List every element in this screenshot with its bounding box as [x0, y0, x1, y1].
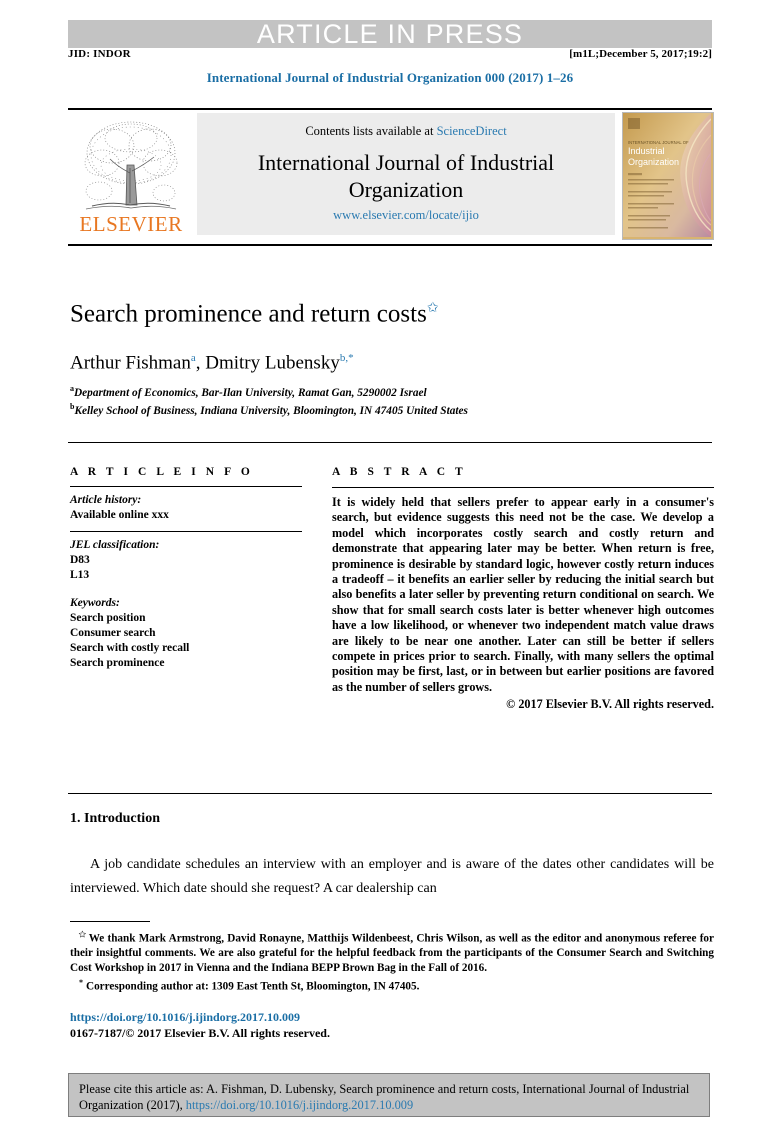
abstract-column: A B S T R A C T It is widely held that s… — [332, 466, 714, 713]
article-in-press-label: ARTICLE IN PRESS — [256, 19, 524, 49]
journal-cover-thumbnail: INTERNATIONAL JOURNAL OF Industrial Orga… — [622, 112, 714, 240]
article-info-heading: A R T I C L E I N F O — [70, 466, 254, 478]
introduction-text: A job candidate schedules an interview w… — [70, 857, 714, 896]
corresponding-author-mark[interactable]: * — [348, 352, 354, 364]
paper-page: ARTICLE IN PRESS JID: INDOR [m1L;Decembe… — [0, 0, 780, 1134]
issn-copyright-line: 0167-7187/© 2017 Elsevier B.V. All right… — [70, 1026, 330, 1040]
affiliation-a-text: Department of Economics, Bar-Ilan Univer… — [74, 386, 427, 399]
cite-this-article-box: Please cite this article as: A. Fishman,… — [68, 1073, 710, 1117]
author-separator: , — [195, 352, 206, 374]
abstract-body: It is widely held that sellers prefer to… — [332, 495, 714, 694]
title-bottom-rule — [68, 442, 712, 443]
svg-text:INTERNATIONAL JOURNAL OF: INTERNATIONAL JOURNAL OF — [628, 140, 689, 145]
author-2-affil-mark[interactable]: b, — [340, 352, 348, 364]
abstract-heading: A B S T R A C T — [332, 466, 467, 478]
article-history-label: Article history: — [70, 494, 142, 506]
keywords-label: Keywords: — [70, 597, 120, 609]
keyword-item: Search with costly recall — [70, 642, 190, 654]
contents-prefix: Contents lists available at — [305, 124, 437, 138]
keyword-item: Search position — [70, 612, 146, 624]
author-name-1: Arthur Fishman — [70, 352, 191, 374]
abstract-bottom-rule — [68, 793, 712, 794]
article-title-text: Search prominence and return costs — [70, 300, 427, 328]
elsevier-wordmark: ELSEVIER — [79, 212, 183, 236]
affiliations: aDepartment of Economics, Bar-Ilan Unive… — [70, 382, 640, 418]
footnote-acknowledgement-text: We thank Mark Armstrong, David Ronayne, … — [70, 932, 714, 974]
jel-label: JEL classification: — [70, 539, 160, 551]
masthead-bottom-rule — [68, 244, 712, 246]
elsevier-logo: ELSEVIER — [72, 113, 190, 239]
keyword-item: Consumer search — [70, 627, 156, 639]
article-history-block: Article history: Available online xxx — [70, 493, 302, 523]
affiliation-b-text: Kelley School of Business, Indiana Unive… — [74, 404, 468, 417]
footnote-corresponding-author-text: Corresponding author at: 1309 East Tenth… — [86, 980, 420, 993]
keywords-block: Keywords: Search position Consumer searc… — [70, 596, 302, 671]
footnote-acknowledgement: ✩ We thank Mark Armstrong, David Ronayne,… — [70, 928, 714, 976]
section-heading-introduction: 1. Introduction — [70, 811, 160, 826]
contents-available-line: Contents lists available at ScienceDirec… — [197, 124, 615, 139]
footnote-corresponding-author: * Corresponding author at: 1309 East Tent… — [70, 976, 714, 994]
typesetter-stamp: [m1L;December 5, 2017;19:2] — [569, 48, 712, 60]
article-in-press-banner: ARTICLE IN PRESS — [68, 20, 712, 48]
cite-this-article-text: Please cite this article as: A. Fishman,… — [79, 1081, 699, 1113]
jel-block: JEL classification: D83 L13 — [70, 538, 302, 583]
footnote-separator-rule — [70, 921, 150, 922]
author-list: Arthur Fishmana, Dmitry Lubenskyb,* — [70, 352, 670, 374]
doi-link[interactable]: https://doi.org/10.1016/j.ijindorg.2017.… — [70, 1010, 300, 1025]
abstract-rule — [332, 487, 714, 488]
jel-code: L13 — [70, 569, 90, 581]
svg-text:Organization: Organization — [628, 157, 679, 167]
page-title: Search prominence and return costs✩ — [70, 300, 670, 328]
svg-text:Industrial: Industrial — [628, 146, 665, 156]
article-history-value: Available online xxx — [70, 509, 169, 521]
affiliation-b: bKelley School of Business, Indiana Univ… — [70, 400, 640, 418]
sciencedirect-link[interactable]: ScienceDirect — [437, 124, 507, 138]
abstract-copyright: © 2017 Elsevier B.V. All rights reserved… — [506, 697, 714, 712]
jel-code: D83 — [70, 554, 90, 566]
footnote-asterisk-icon: * — [79, 977, 83, 987]
affiliation-a: aDepartment of Economics, Bar-Ilan Unive… — [70, 382, 640, 400]
introduction-paragraph: A job candidate schedules an interview w… — [70, 853, 714, 901]
article-info-rule-2 — [70, 531, 302, 532]
article-info-column: A R T I C L E I N F O Article history: A… — [70, 466, 302, 673]
footnote-area: ✩ We thank Mark Armstrong, David Ronayne,… — [70, 928, 714, 994]
journal-homepage-link[interactable]: www.elsevier.com/locate/ijio — [197, 208, 615, 223]
journal-citation-line: International Journal of Industrial Orga… — [206, 70, 574, 85]
journal-title: International Journal of Industrial Orga… — [257, 150, 555, 202]
keyword-item: Search prominence — [70, 657, 165, 669]
contents-box: Contents lists available at ScienceDirec… — [197, 113, 615, 235]
journal-id-label: JID: INDOR — [68, 48, 131, 60]
article-info-rule-1 — [70, 486, 302, 487]
cite-doi-link[interactable]: https://doi.org/10.1016/j.ijindorg.2017.… — [186, 1098, 413, 1112]
title-footnote-star-icon[interactable]: ✩ — [427, 301, 439, 316]
author-name-2: Dmitry Lubensky — [205, 352, 340, 374]
footnote-star-icon: ✩ — [79, 930, 86, 939]
masthead-top-rule — [68, 108, 712, 110]
keywords-spacer — [70, 585, 302, 596]
